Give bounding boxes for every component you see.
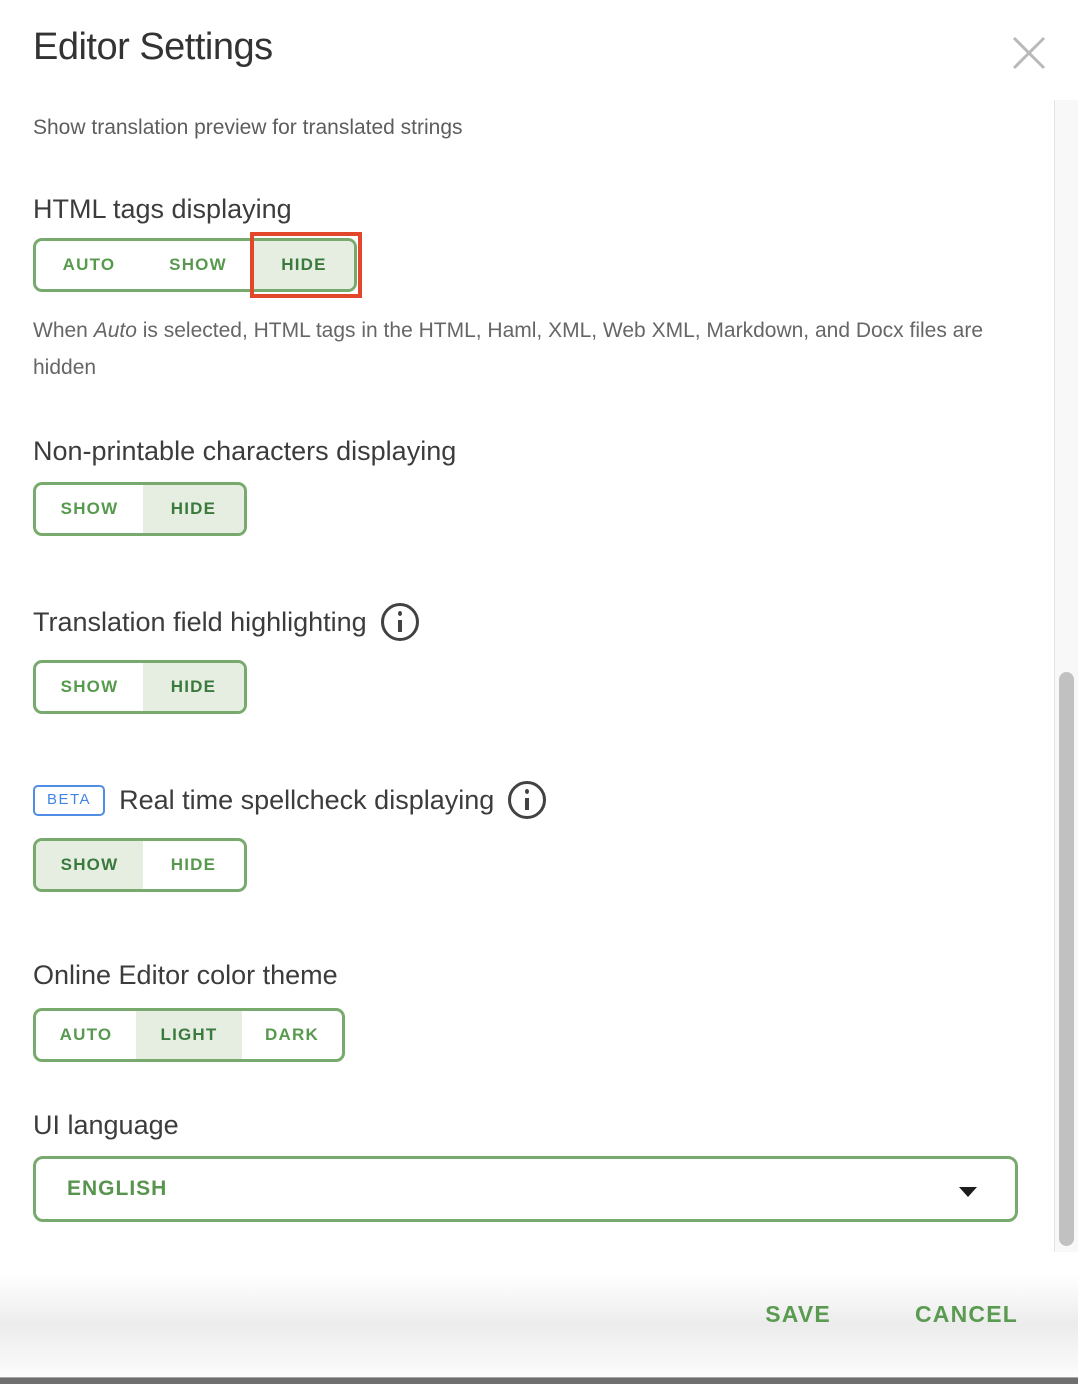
scrollbar-thumb[interactable] xyxy=(1059,672,1074,1246)
scrollbar-track[interactable] xyxy=(1054,100,1078,1252)
color-theme-option-auto[interactable]: AUTO xyxy=(36,1011,136,1059)
settings-scroll-area: Show translation preview for translated … xyxy=(0,0,1054,1222)
html-tags-option-auto[interactable]: AUTO xyxy=(36,241,142,289)
spellcheck-option-show[interactable]: SHOW xyxy=(36,841,143,889)
non-printable-option-hide[interactable]: HIDE xyxy=(143,485,244,533)
spellcheck-toggle-group: SHOW HIDE xyxy=(33,838,247,892)
ui-language-select[interactable]: ENGLISH xyxy=(33,1156,1018,1222)
description-suffix: is selected, HTML tags in the HTML, Haml… xyxy=(33,319,983,379)
color-theme-toggle-group: AUTO LIGHT DARK xyxy=(33,1008,345,1062)
caret-down-icon xyxy=(959,1187,977,1197)
editor-settings-dialog: Editor Settings Show translation preview… xyxy=(0,0,1078,1384)
spellcheck-toggle: SHOW HIDE xyxy=(33,838,247,892)
beta-badge: BETA xyxy=(33,785,105,816)
field-highlighting-toggle-group: SHOW HIDE xyxy=(33,660,247,714)
ui-language-value: ENGLISH xyxy=(67,1177,167,1201)
cancel-button[interactable]: CANCEL xyxy=(915,1301,1018,1328)
color-theme-option-light[interactable]: LIGHT xyxy=(136,1011,242,1059)
info-icon[interactable] xyxy=(508,781,546,819)
save-button[interactable]: SAVE xyxy=(765,1301,831,1328)
field-highlighting-option-show[interactable]: SHOW xyxy=(36,663,143,711)
non-printable-option-show[interactable]: SHOW xyxy=(36,485,143,533)
html-tags-description: When Auto is selected, HTML tags in the … xyxy=(33,312,1023,386)
window-bottom-edge xyxy=(0,1377,1078,1384)
non-printable-label: Non-printable characters displaying xyxy=(33,433,1054,469)
spellcheck-option-hide[interactable]: HIDE xyxy=(143,841,244,889)
html-tags-toggle-group: AUTO SHOW HIDE xyxy=(33,238,357,292)
color-theme-option-dark[interactable]: DARK xyxy=(242,1011,342,1059)
field-highlighting-label: Translation field highlighting xyxy=(33,604,367,640)
color-theme-label: Online Editor color theme xyxy=(33,957,1054,993)
non-printable-toggle-group: SHOW HIDE xyxy=(33,482,247,536)
html-tags-label: HTML tags displaying xyxy=(33,191,1054,227)
translation-preview-label: Show translation preview for translated … xyxy=(33,113,1054,143)
non-printable-toggle: SHOW HIDE xyxy=(33,482,247,536)
html-tags-toggle: AUTO SHOW HIDE xyxy=(33,238,357,292)
spellcheck-label: Real time spellcheck displaying xyxy=(119,782,494,818)
html-tags-option-show[interactable]: SHOW xyxy=(142,241,254,289)
description-prefix: When xyxy=(33,319,94,342)
spellcheck-row: BETA Real time spellcheck displaying xyxy=(33,780,1054,820)
dialog-footer: SAVE CANCEL xyxy=(0,1252,1078,1377)
color-theme-toggle: AUTO LIGHT DARK xyxy=(33,1008,345,1062)
html-tags-option-hide[interactable]: HIDE xyxy=(254,241,354,289)
ui-language-label: UI language xyxy=(33,1107,1054,1143)
field-highlighting-toggle: SHOW HIDE xyxy=(33,660,247,714)
info-icon[interactable] xyxy=(381,603,419,641)
description-italic-term: Auto xyxy=(94,319,137,342)
field-highlighting-option-hide[interactable]: HIDE xyxy=(143,663,244,711)
field-highlighting-row: Translation field highlighting xyxy=(33,602,1054,642)
